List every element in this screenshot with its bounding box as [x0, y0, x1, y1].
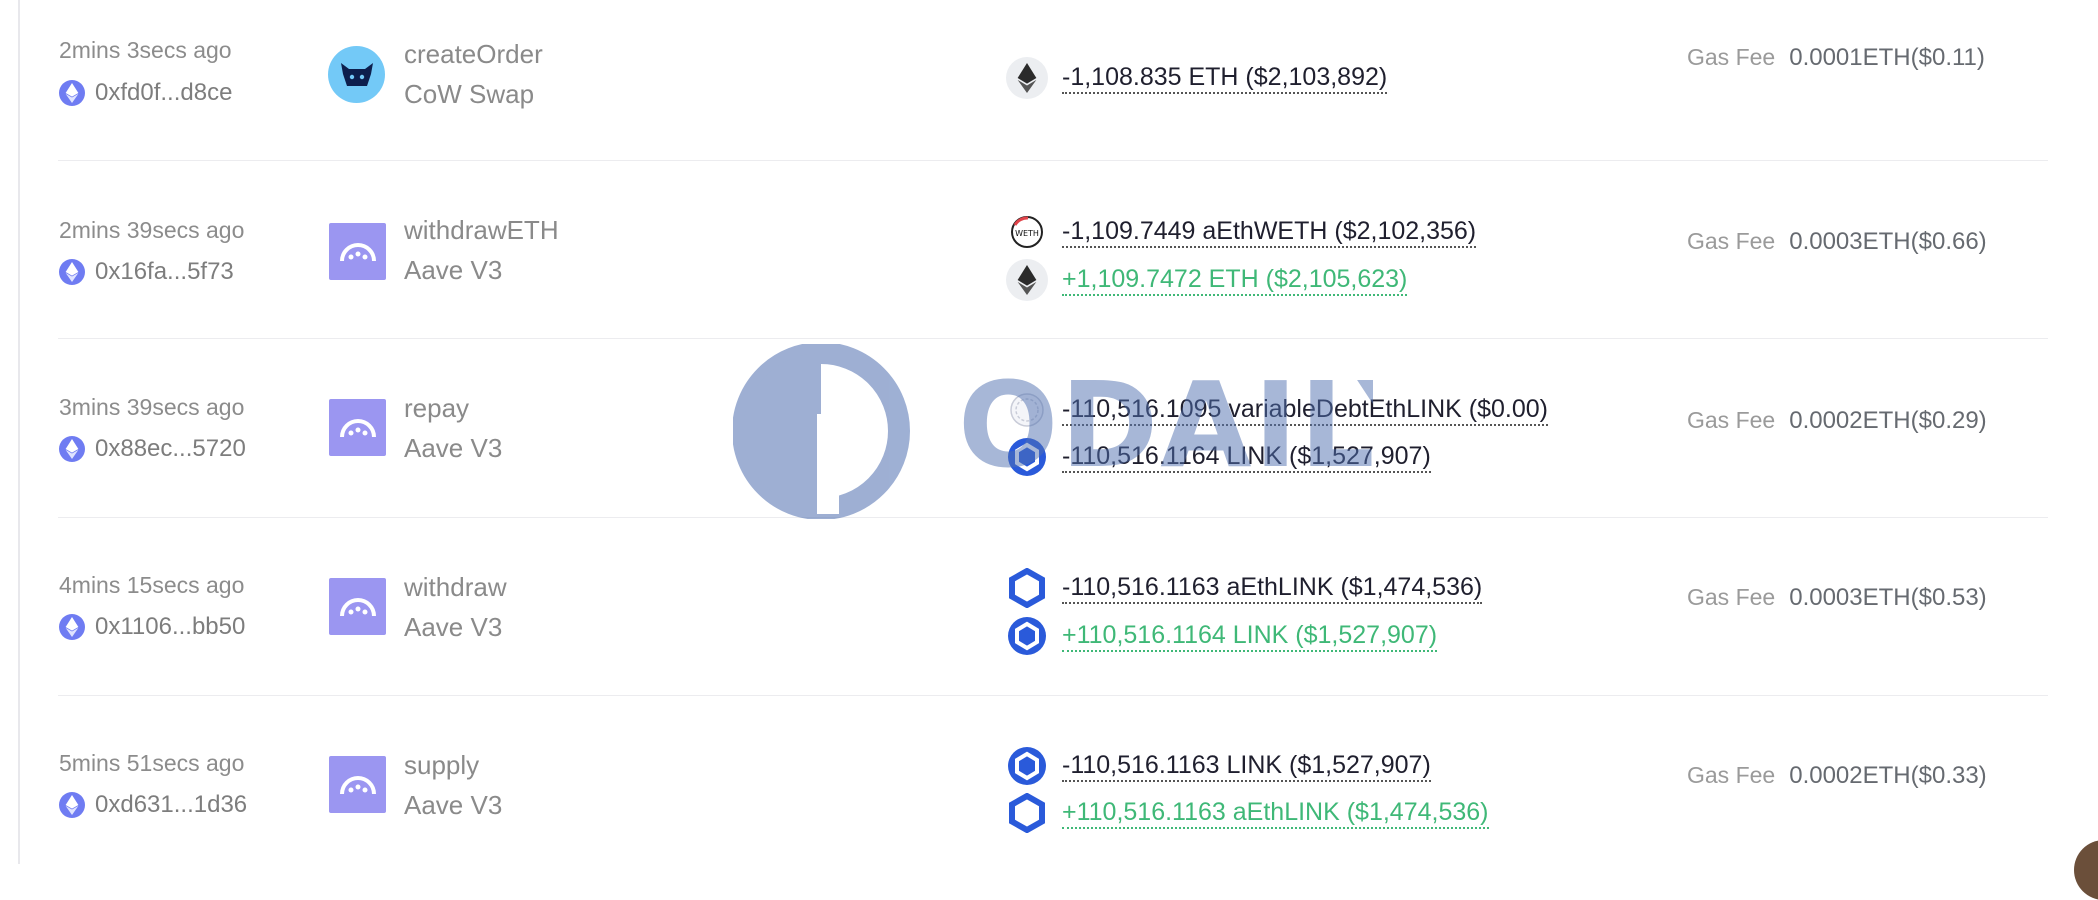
tx-hash: 0x88ec...5720 [95, 435, 246, 462]
tx-time: 5mins 51secs ago [59, 750, 245, 776]
protocol-name-link[interactable]: Aave V3 [404, 255, 502, 286]
eth-icon [1006, 57, 1048, 99]
gas-fee-label: Gas Fee [1687, 228, 1776, 254]
tx-hash: 0x1106...bb50 [95, 613, 246, 640]
transfer-item: -1,108.835 ETH ($2,103,892) [1006, 57, 1388, 99]
tx-time: 3mins 39secs ago [59, 394, 245, 420]
table-row[interactable]: 3mins 39secs ago 0x88ec...5720 repay Aav… [58, 339, 2048, 518]
transfer-amount-link[interactable]: -110,516.1095 variableDebtEthLINK ($0.00… [1062, 394, 1548, 426]
gas-fee: Gas Fee 0.0003ETH($0.53) [1687, 584, 1987, 612]
transfer-item: -110,516.1164 LINK ($1,527,907) [1006, 436, 1431, 478]
gas-fee: Gas Fee 0.0003ETH($0.66) [1687, 228, 1987, 256]
cow-icon [328, 46, 385, 103]
weth-icon: WETH [1006, 211, 1048, 253]
ethereum-chain-icon [59, 80, 85, 106]
gas-fee: Gas Fee 0.0002ETH($0.33) [1687, 762, 1987, 790]
ethereum-chain-icon [59, 436, 85, 462]
transfer-amount-link[interactable]: -110,516.1164 LINK ($1,527,907) [1062, 441, 1431, 473]
link-icon [1006, 792, 1048, 834]
gas-fee-label: Gas Fee [1687, 44, 1776, 70]
link-icon [1006, 745, 1048, 787]
left-border [0, 0, 20, 864]
transfer-item: +110,516.1163 aEthLINK ($1,474,536) [1006, 792, 1489, 834]
gas-fee: Gas Fee 0.0001ETH($0.11) [1687, 44, 1985, 72]
transfer-item: +110,516.1164 LINK ($1,527,907) [1006, 615, 1438, 657]
aave-ghost-icon [329, 756, 386, 813]
tx-method: withdraw [404, 572, 507, 602]
tx-hash: 0xfd0f...d8ce [95, 79, 233, 106]
variable-debt-icon [1006, 389, 1048, 431]
tx-time: 2mins 3secs ago [59, 37, 232, 63]
table-row[interactable]: 2mins 3secs ago 0xfd0f...d8ce createOrde… [58, 0, 2048, 161]
transfer-item: WETH -1,109.7449 aEthWETH ($2,102,356) [1006, 211, 1477, 253]
gas-fee-label: Gas Fee [1687, 762, 1776, 788]
tx-method: withdrawETH [404, 215, 559, 245]
ethereum-chain-icon [59, 792, 85, 818]
chat-bubble-icon[interactable] [2074, 840, 2098, 900]
tx-hash-link[interactable]: 0x1106...bb50 [59, 613, 245, 641]
gas-fee-value: 0.0002ETH($0.29) [1789, 407, 1987, 434]
eth-icon [1006, 259, 1048, 301]
tx-hash-link[interactable]: 0xfd0f...d8ce [59, 79, 232, 107]
gas-fee-value: 0.0003ETH($0.53) [1789, 584, 1987, 611]
transfer-amount-link[interactable]: -1,108.835 ETH ($2,103,892) [1062, 62, 1388, 94]
tx-time: 2mins 39secs ago [59, 217, 245, 243]
tx-hash-link[interactable]: 0x16fa...5f73 [59, 258, 234, 286]
transfer-item: -110,516.1095 variableDebtEthLINK ($0.00… [1006, 389, 1548, 431]
transfer-item: -110,516.1163 LINK ($1,527,907) [1006, 745, 1431, 787]
tx-hash: 0x16fa...5f73 [95, 258, 234, 285]
tx-hash: 0xd631...1d36 [95, 791, 248, 818]
gas-fee-value: 0.0003ETH($0.66) [1789, 228, 1987, 255]
tx-hash-link[interactable]: 0xd631...1d36 [59, 791, 247, 819]
tx-hash-link[interactable]: 0x88ec...5720 [59, 435, 246, 463]
gas-fee-label: Gas Fee [1687, 407, 1776, 433]
table-row[interactable]: 2mins 39secs ago 0x16fa...5f73 withdrawE… [58, 160, 2048, 339]
transfer-item: -110,516.1163 aEthLINK ($1,474,536) [1006, 567, 1483, 609]
link-icon [1006, 436, 1048, 478]
gas-fee-value: 0.0002ETH($0.33) [1789, 762, 1987, 789]
tx-time: 4mins 15secs ago [59, 572, 245, 598]
svg-text:WETH: WETH [1015, 229, 1039, 238]
transfer-amount-link[interactable]: -1,109.7449 aEthWETH ($2,102,356) [1062, 216, 1477, 248]
protocol-name-link[interactable]: Aave V3 [404, 433, 502, 464]
ethereum-chain-icon [59, 614, 85, 640]
link-icon [1006, 615, 1048, 657]
tx-method: createOrder [404, 39, 543, 69]
transfer-item: +1,109.7472 ETH ($2,105,623) [1006, 259, 1408, 301]
protocol-name-link[interactable]: Aave V3 [404, 790, 502, 821]
transfer-amount-link[interactable]: +110,516.1163 aEthLINK ($1,474,536) [1062, 797, 1489, 829]
aave-ghost-icon [329, 578, 386, 635]
transfer-amount-link[interactable]: +1,109.7472 ETH ($2,105,623) [1062, 264, 1408, 296]
ethereum-chain-icon [59, 259, 85, 285]
table-row[interactable]: 5mins 51secs ago 0xd631...1d36 supply Aa… [58, 695, 2048, 873]
protocol-name-link[interactable]: Aave V3 [404, 612, 502, 643]
transfer-amount-link[interactable]: -110,516.1163 aEthLINK ($1,474,536) [1062, 572, 1483, 604]
transfer-amount-link[interactable]: -110,516.1163 LINK ($1,527,907) [1062, 750, 1431, 782]
aave-ghost-icon [329, 223, 386, 280]
transfer-amount-link[interactable]: +110,516.1164 LINK ($1,527,907) [1062, 620, 1438, 652]
gas-fee-label: Gas Fee [1687, 584, 1776, 610]
aave-ghost-icon [329, 399, 386, 456]
tx-method: repay [404, 393, 470, 423]
table-row[interactable]: 4mins 15secs ago 0x1106...bb50 withdraw … [58, 517, 2048, 696]
tx-method: supply [404, 750, 480, 780]
gas-fee: Gas Fee 0.0002ETH($0.29) [1687, 407, 1987, 435]
gas-fee-value: 0.0001ETH($0.11) [1789, 44, 1985, 71]
protocol-name-link[interactable]: CoW Swap [404, 79, 534, 110]
link-icon [1006, 567, 1048, 609]
